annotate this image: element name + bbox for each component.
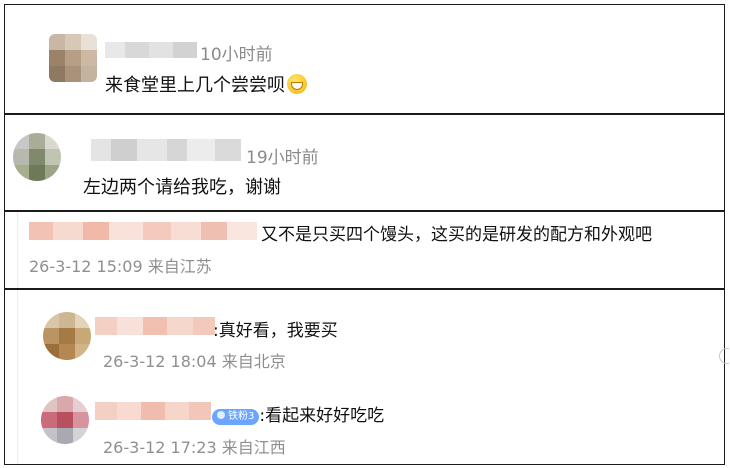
- comment-time: 10小时前: [200, 45, 273, 65]
- username-blurred[interactable]: [95, 402, 211, 420]
- comment-card-3: 又不是只买四个馒头，这买的是研发的配方和外观吧 26-3-12 15:09 来自…: [4, 211, 725, 289]
- reply-location: 来自江西: [221, 438, 286, 457]
- reply-thread: :真好看，我要买 26-3-12 18:04 来自北京 铁粉3:看起来好好吃吃 …: [4, 289, 729, 465]
- user-avatar[interactable]: [43, 312, 91, 360]
- comment-meta: 26-3-12 15:09 来自江苏: [29, 253, 212, 277]
- comment-text: 左边两个请给我吃，谢谢: [83, 177, 281, 198]
- fan-level-badge[interactable]: 铁粉3: [212, 409, 260, 425]
- reply-text-line: 铁粉3:看起来好好吃吃: [212, 401, 384, 426]
- comment-date: 26-3-12 15:09: [29, 257, 143, 276]
- thread-divider: [17, 290, 18, 464]
- reply-meta: 26-3-12 17:23 来自江西: [103, 434, 286, 458]
- reply-text: :看起来好好吃吃: [259, 406, 385, 426]
- comment-text: 又不是只买四个馒头，这买的是研发的配方和外观吧: [261, 225, 652, 245]
- thread-divider: [17, 212, 18, 288]
- username-blurred[interactable]: [95, 317, 215, 335]
- user-avatar[interactable]: [13, 133, 61, 181]
- comment-card-2: 19小时前 左边两个请给我吃，谢谢: [4, 114, 725, 211]
- user-avatar[interactable]: [41, 396, 89, 444]
- reply-text: :真好看，我要买: [213, 321, 338, 341]
- user-avatar[interactable]: [49, 34, 97, 82]
- reply-meta: 26-3-12 18:04 来自北京: [103, 348, 286, 372]
- reply-date: 26-3-12 18:04: [103, 352, 217, 371]
- comment-time: 19小时前: [246, 148, 319, 168]
- comment-text: 来食堂里上几个尝尝呗: [105, 71, 307, 97]
- username-blurred[interactable]: [91, 139, 241, 161]
- comment-text-body: 来食堂里上几个尝尝呗: [105, 75, 285, 96]
- collapse-arrow-icon[interactable]: [719, 348, 729, 364]
- grinning-face-emoji-icon: [287, 74, 307, 94]
- comment-location: 来自江苏: [147, 257, 212, 276]
- reply-date: 26-3-12 17:23: [103, 438, 217, 457]
- reply-location: 来自北京: [221, 352, 286, 371]
- username-blurred[interactable]: [105, 42, 197, 58]
- comment-card-1: 10小时前 来食堂里上几个尝尝呗: [4, 4, 725, 114]
- username-blurred[interactable]: [29, 222, 257, 240]
